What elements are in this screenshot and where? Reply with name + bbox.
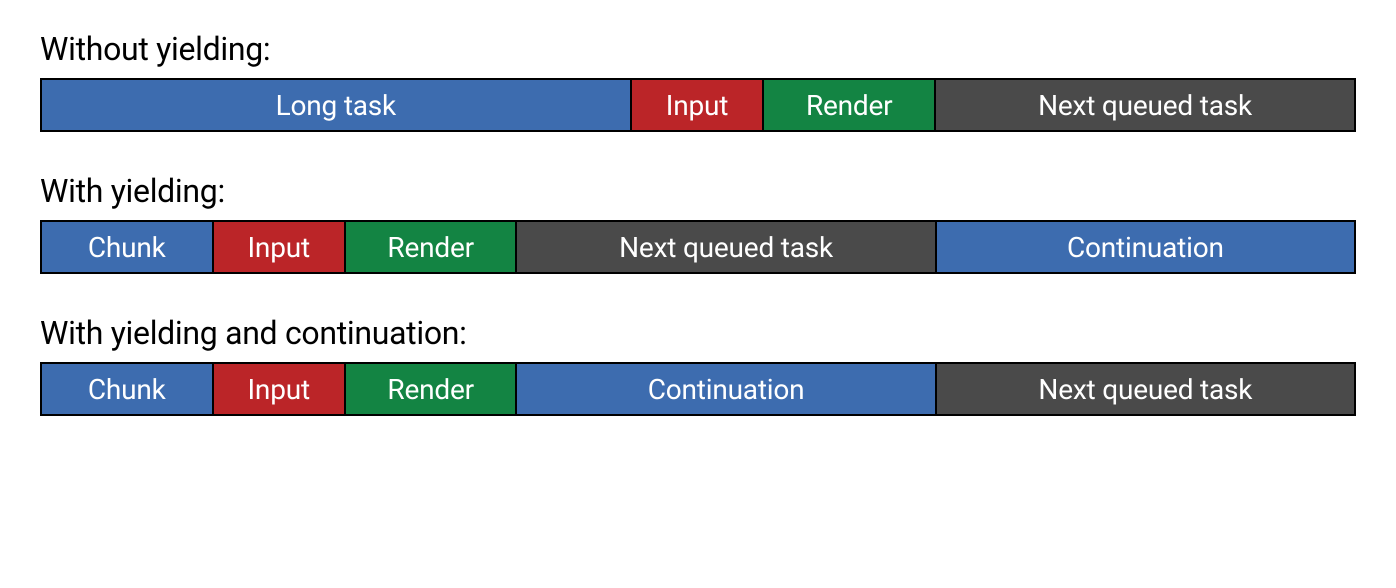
segment-render: Render xyxy=(344,362,516,416)
segment-continuation: Continuation xyxy=(515,362,934,416)
section-with-yielding-continuation: With yielding and continuation: Chunk In… xyxy=(40,314,1356,416)
bar-container: Long task Input Render Next queued task xyxy=(40,78,1356,132)
section-with-yielding: With yielding: Chunk Input Render Next q… xyxy=(40,172,1356,274)
segment-render: Render xyxy=(762,78,934,132)
segment-render: Render xyxy=(344,220,516,274)
segment-input: Input xyxy=(212,362,344,416)
segment-chunk: Chunk xyxy=(40,362,212,416)
segment-next-queued: Next queued task xyxy=(934,78,1356,132)
segment-input: Input xyxy=(630,78,763,132)
segment-long-task: Long task xyxy=(40,78,630,132)
segment-next-queued: Next queued task xyxy=(935,362,1356,416)
section-title: Without yielding: xyxy=(40,30,1356,68)
bar-container: Chunk Input Render Continuation Next que… xyxy=(40,362,1356,416)
segment-next-queued: Next queued task xyxy=(515,220,934,274)
segment-chunk: Chunk xyxy=(40,220,212,274)
section-title: With yielding and continuation: xyxy=(40,314,1356,352)
segment-input: Input xyxy=(212,220,344,274)
segment-continuation: Continuation xyxy=(935,220,1356,274)
section-without-yielding: Without yielding: Long task Input Render… xyxy=(40,30,1356,132)
section-title: With yielding: xyxy=(40,172,1356,210)
bar-container: Chunk Input Render Next queued task Cont… xyxy=(40,220,1356,274)
